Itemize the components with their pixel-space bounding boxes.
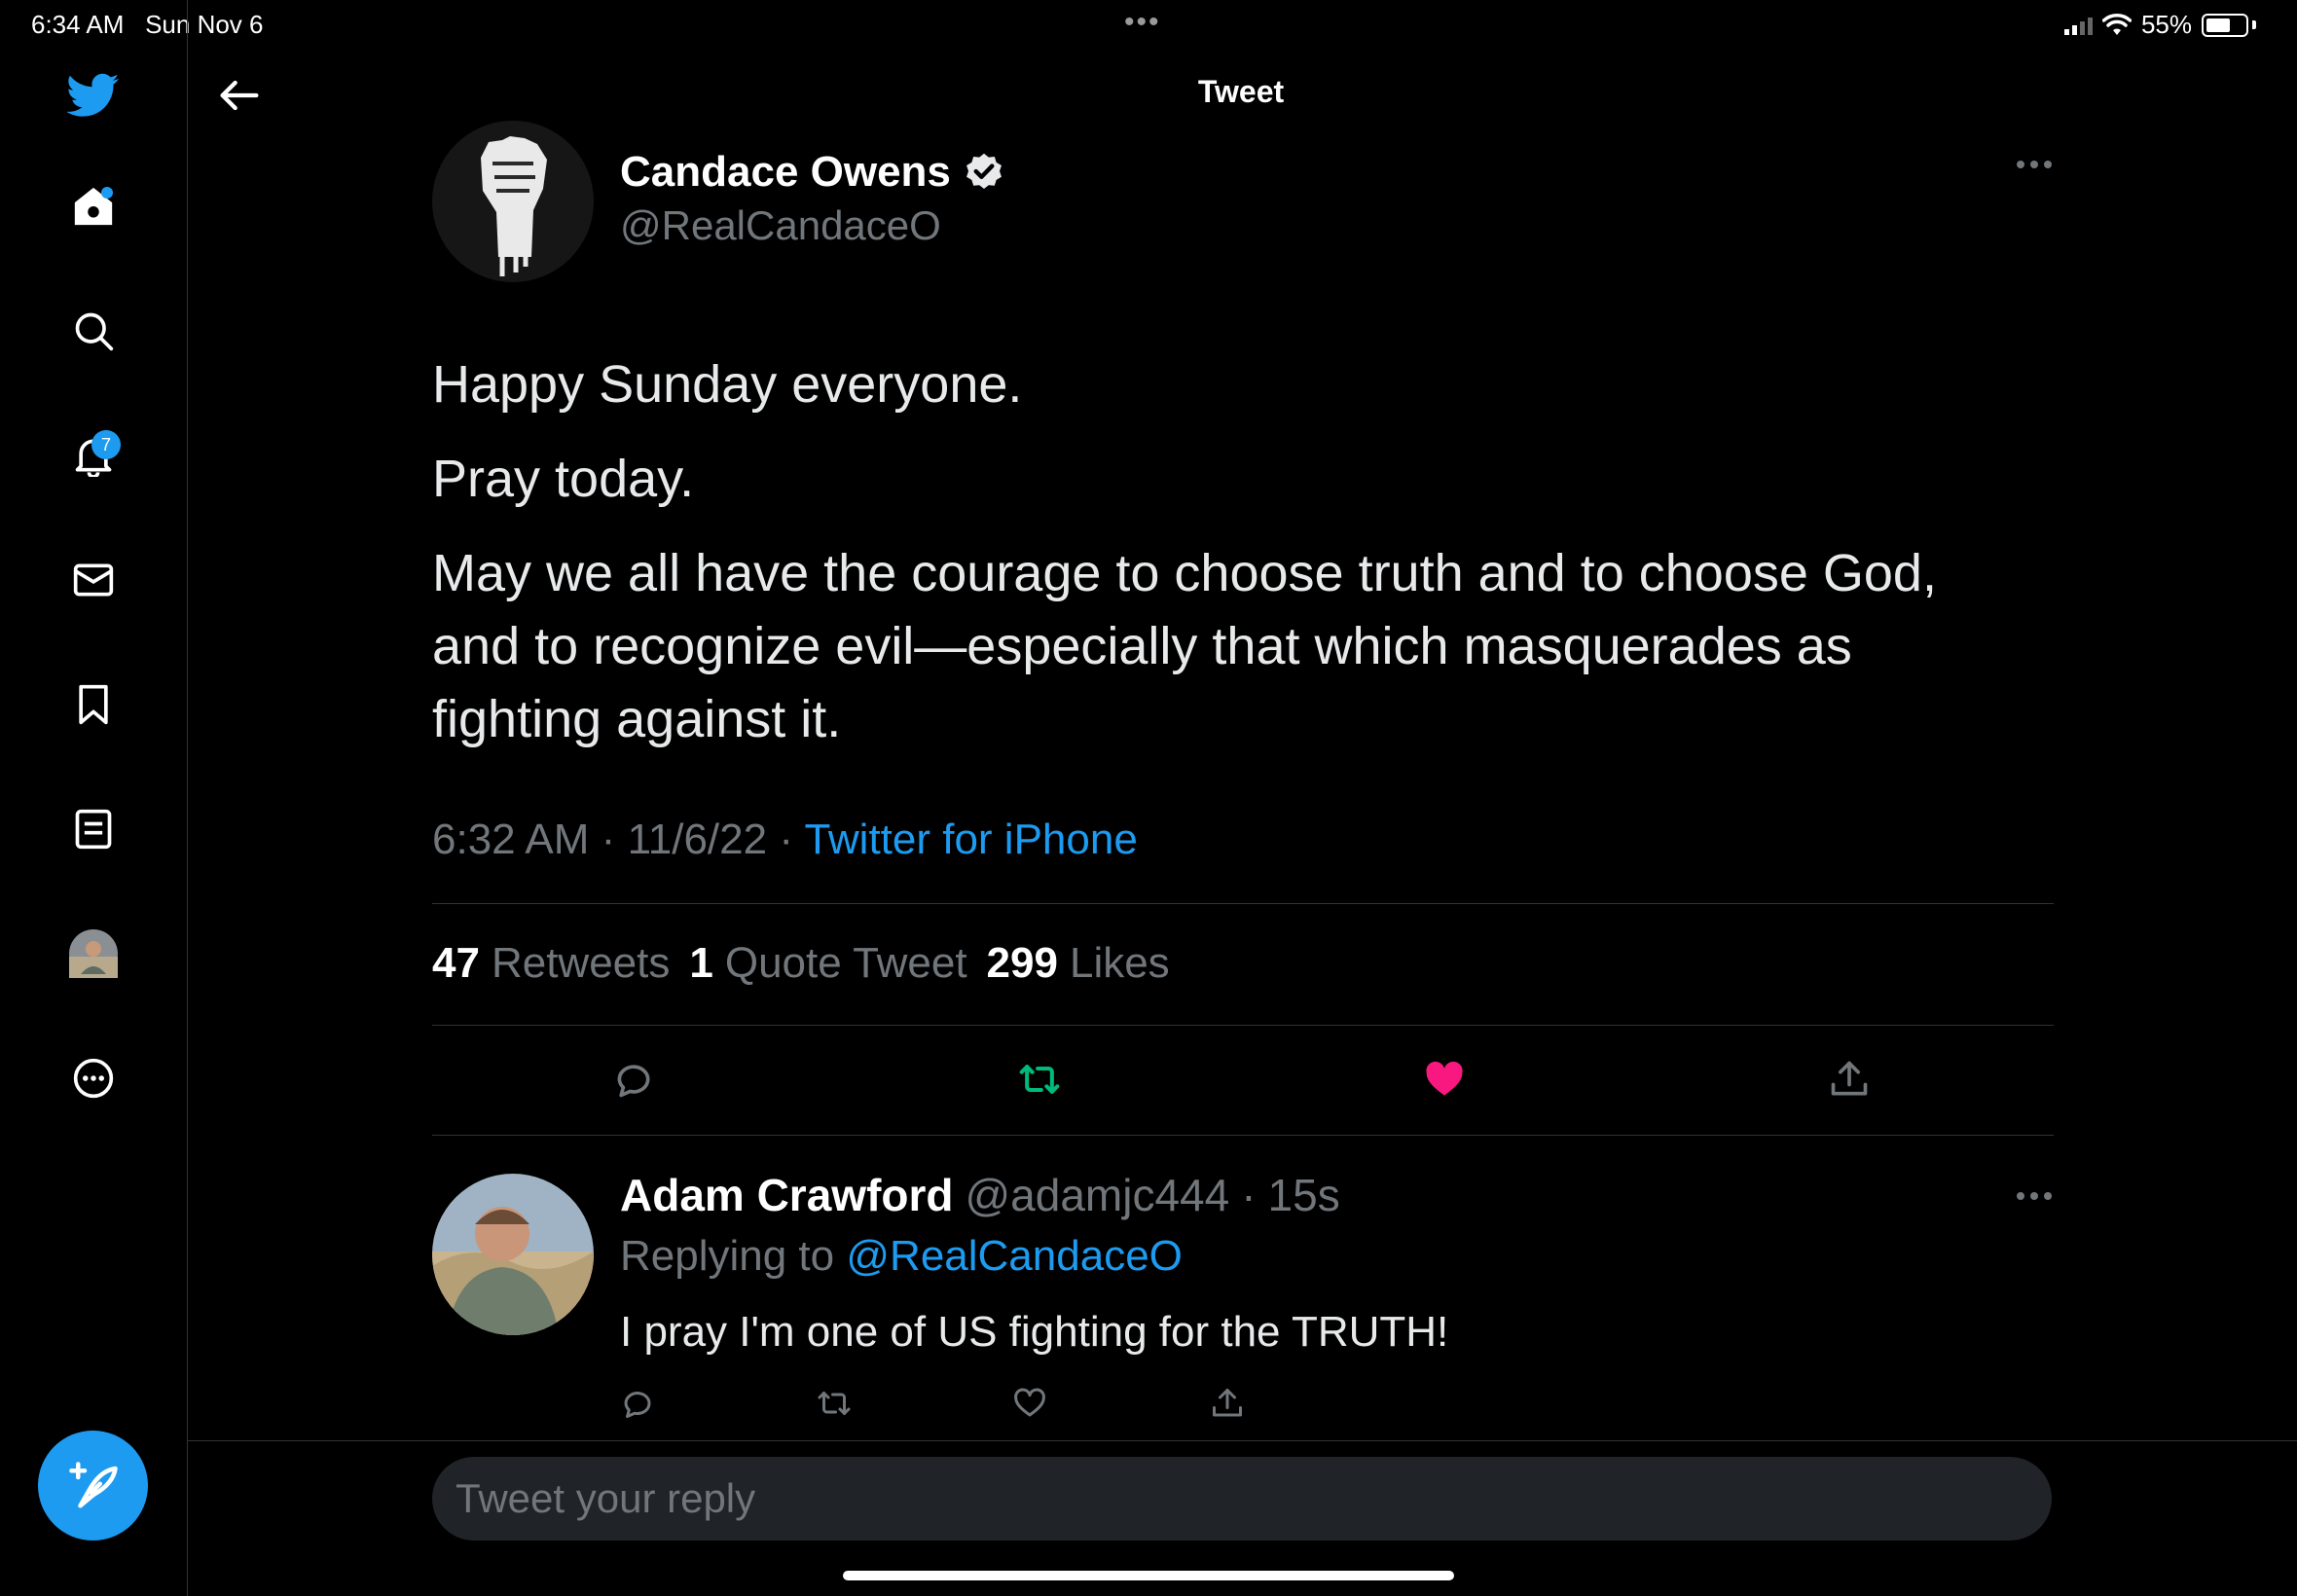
raised-fist-avatar-image: [432, 121, 594, 282]
composer-divider: [187, 1440, 2297, 1441]
tweet-text-line: fighting against it.: [432, 690, 842, 748]
likes-stat[interactable]: 299 Likes: [987, 939, 1170, 988]
search-icon[interactable]: [64, 302, 123, 360]
author-handle[interactable]: @RealCandaceO: [620, 202, 941, 249]
retweets-count: 47: [432, 939, 480, 987]
replying-to-label: Replying to: [620, 1232, 835, 1280]
reply-timestamp[interactable]: 15s: [1268, 1169, 1340, 1221]
notifications-icon[interactable]: 7: [64, 426, 123, 485]
retweet-icon: [818, 1392, 851, 1415]
reply-text: I pray I'm one of US fighting for the TR…: [620, 1308, 1449, 1356]
like-button[interactable]: [1423, 1058, 1466, 1101]
profile-avatar[interactable]: [64, 925, 123, 983]
wifi-icon: [2101, 13, 2132, 35]
cellular-signal-icon: [2063, 16, 2093, 35]
replying-to-link[interactable]: @RealCandaceO: [846, 1232, 1183, 1280]
reply-reply-button[interactable]: [620, 1386, 655, 1421]
divider: [432, 903, 2054, 904]
status-indicators: 55%: [2063, 10, 2256, 40]
reply-author-name[interactable]: Adam Crawford: [620, 1169, 953, 1221]
reply-retweet-button[interactable]: [816, 1386, 851, 1421]
likes-label: Likes: [1069, 939, 1170, 987]
bookmarks-icon[interactable]: [64, 675, 123, 734]
reply-author-avatar[interactable]: [432, 1174, 594, 1335]
lists-icon[interactable]: [64, 800, 123, 858]
reply-like-button[interactable]: [1012, 1386, 1047, 1421]
reply-author-handle[interactable]: @adamjc444: [965, 1169, 1229, 1221]
quote-tweets-count: 1: [689, 939, 713, 987]
author-name-text: Candace Owens: [620, 148, 951, 196]
meta-separator: ·: [601, 816, 616, 863]
divider: [432, 1025, 2054, 1026]
reply-separator: ·: [1241, 1170, 1257, 1220]
more-icon[interactable]: [64, 1049, 123, 1107]
author-name[interactable]: Candace Owens: [620, 148, 1005, 197]
reply-icon: [624, 1392, 651, 1418]
verified-badge-icon: [966, 153, 1002, 190]
retweet-icon: [1019, 1065, 1060, 1094]
tweet-metadata: 6:32 AM · 11/6/22 · Twitter for iPhone: [432, 816, 1138, 864]
retweet-button[interactable]: [1017, 1058, 1060, 1101]
retweets-label: Retweets: [491, 939, 671, 987]
compose-tweet-icon: [68, 1461, 118, 1507]
battery-icon: [2202, 13, 2248, 37]
notifications-badge: 7: [91, 430, 121, 459]
quote-tweets-label: Quote Tweet: [724, 939, 967, 987]
home-indicator[interactable]: [843, 1571, 1454, 1580]
compose-tweet-button[interactable]: [38, 1431, 148, 1541]
author-avatar[interactable]: [432, 121, 594, 282]
heart-filled-icon: [1426, 1061, 1463, 1096]
tweet-more-button[interactable]: [2015, 158, 2054, 175]
reply-more-button[interactable]: [2015, 1189, 2054, 1207]
more-horizontal-icon: [2017, 161, 2052, 168]
reply-button[interactable]: [612, 1058, 655, 1101]
tweet-text-line: May we all have the courage to choose tr…: [432, 544, 1937, 602]
tweet-stats: 47 Retweets 1 Quote Tweet 299 Likes: [432, 939, 1176, 988]
quote-tweets-stat[interactable]: 1 Quote Tweet: [689, 939, 966, 988]
reply-avatar-image: [432, 1174, 594, 1335]
tweet-time: 6:32 AM: [432, 816, 590, 863]
tweet-text-line: Happy Sunday everyone.: [432, 355, 1023, 414]
more-horizontal-icon: [2017, 1192, 2052, 1200]
multitasking-dots[interactable]: •••: [1124, 6, 1161, 39]
battery-cap: [2252, 20, 2256, 29]
heart-icon: [1014, 1388, 1045, 1417]
reply-icon: [617, 1065, 650, 1098]
home-unread-dot: [101, 187, 113, 199]
twitter-logo-icon[interactable]: [64, 66, 123, 125]
retweets-stat[interactable]: 47 Retweets: [432, 939, 670, 988]
sidebar: 7: [0, 0, 188, 1596]
reply-input[interactable]: [432, 1457, 2052, 1541]
share-icon: [1831, 1061, 1868, 1096]
share-button[interactable]: [1828, 1058, 1871, 1101]
reply-header: Adam Crawford @adamjc444 · 15s: [620, 1169, 1340, 1221]
tweet-date: 11/6/22: [627, 816, 768, 863]
tweet-source-link[interactable]: Twitter for iPhone: [804, 816, 1137, 863]
divider: [432, 1135, 2054, 1136]
meta-separator: ·: [779, 816, 793, 863]
likes-count: 299: [986, 939, 1058, 987]
reply-share-button[interactable]: [1210, 1386, 1245, 1421]
tweet-text-line: Pray today.: [432, 450, 695, 508]
messages-icon[interactable]: [64, 551, 123, 609]
page-title: Tweet: [1197, 74, 1285, 109]
tweet-text-line: and to recognize evil—especially that wh…: [432, 617, 1852, 675]
share-icon: [1213, 1389, 1242, 1417]
battery-percent: 55%: [2140, 10, 2192, 39]
replying-to-line: Replying to @RealCandaceO: [620, 1232, 1183, 1281]
back-button[interactable]: [214, 70, 265, 121]
home-icon[interactable]: [64, 177, 123, 236]
back-arrow-icon: [220, 80, 259, 111]
